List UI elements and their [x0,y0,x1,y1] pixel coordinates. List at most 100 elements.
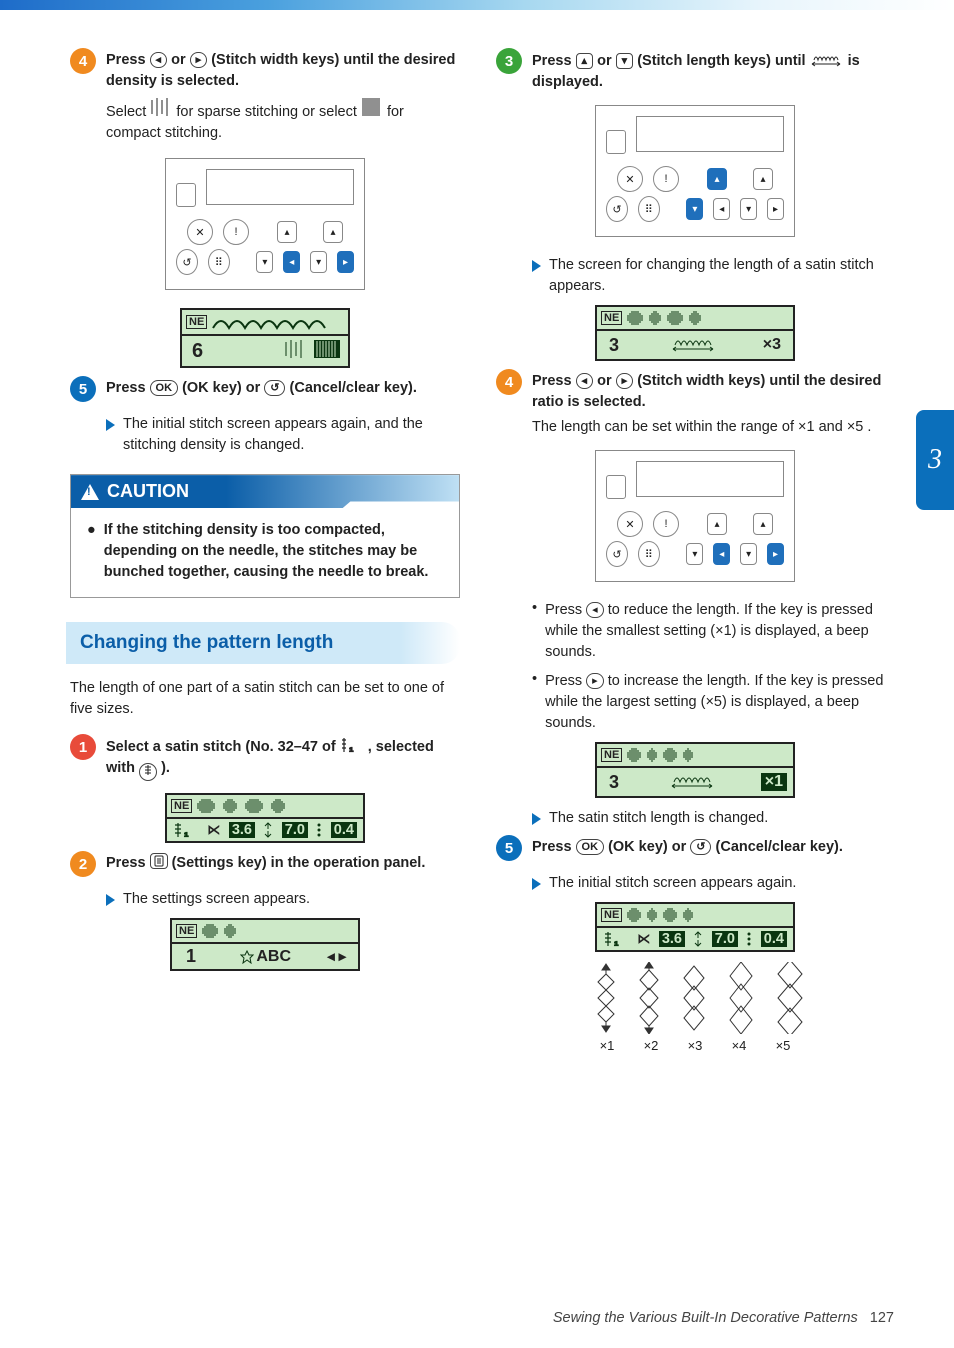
group-icon: ₁ [603,930,629,948]
text: (Settings key) in the operation panel. [172,855,426,871]
text: (Cancel/clear key). [716,839,843,855]
sparse-stitch-icon [150,104,176,120]
text: The initial stitch screen appears again,… [123,414,460,456]
highlighted-right-key: ▸ [767,543,784,565]
scale-x2: ×2 [644,1038,659,1053]
length-scale-figure: ×1 ×2 ×3 ×4 ×5 [496,962,894,1053]
satin-length-icon [810,53,848,69]
length-changed-note: The satin stitch length is changed. [532,808,894,829]
lcd-settings-display: NE 1 ABC ◂ ▸ [170,918,360,971]
scale-x4: ×4 [732,1038,747,1053]
divider-icon [746,930,752,948]
right-arrow-key-icon: ▸ [586,673,604,689]
text: Press [532,839,576,855]
group-select-key-icon [139,763,157,781]
caution-title: CAUTION [107,481,189,502]
right-step-2-result: The settings screen appears. [106,889,460,910]
left-step-4: 4 Press ◂ or ▸ (Stitch width keys) until… [70,50,460,144]
satin-rows-icon [194,797,344,815]
cancel-key-icon: ↺ [690,839,711,855]
lcd-length-x3: NE 3 ×3 [595,305,795,361]
text: Press [532,53,576,69]
text: Select [106,104,150,120]
lcd-density-display: NE 6 [180,308,350,368]
right-step-4: 4 Press ◂ or ▸ (Stitch width keys) until… [496,371,894,438]
svg-text:₁: ₁ [184,827,189,839]
text: for sparse stitching or select [176,104,361,120]
text: The satin stitch length is changed. [549,808,894,829]
val-b: 7.0 [282,822,308,838]
tag: ×1 [761,773,787,791]
text: . [867,419,871,435]
lcd-stitch-display-final: NE ₁ ⋉ 3.6 7.0 0.4 [595,902,795,952]
val-a: 3.6 [659,931,685,947]
operation-panel-diagram-right: ✕! ▴ ▴ ↺⠿ ▾ ◂ ▾ ▸ [595,105,795,237]
text: Press [106,380,150,396]
tag: ×3 [763,336,787,354]
text: (OK key) or [608,839,690,855]
step-number-1: 1 [70,734,96,760]
text: The length can be set within the range o… [532,419,798,435]
right-arrow-key-icon: ▸ [616,373,634,389]
text: ). [161,760,170,776]
infinity-icon: ⋉ [637,931,650,947]
increase-length-note: Press ▸ to increase the length. If the k… [532,671,894,734]
down-arrow-key-icon: ▾ [616,53,634,69]
step-number-2: 2 [70,851,96,877]
text: (OK key) or [182,380,264,396]
text: Press [106,52,150,68]
highlighted-left-key: ◂ [713,543,730,565]
text: Press [545,602,586,618]
x1-label: ×1 [798,419,815,435]
val-c: 0.4 [761,931,787,947]
val-a: 3.6 [229,822,255,838]
right-arrow-key-icon: ▸ [190,52,208,68]
highlighted-up-key: ▴ [707,168,727,190]
page-footer: Sewing the Various Built-In Decorative P… [0,1310,954,1326]
lcd-label: NE [601,748,622,762]
left-arrow-key-icon: ◂ [586,602,604,618]
right-step-2: 2 Press (Settings key) in the operation … [70,853,460,877]
text: The initial stitch screen appears again. [549,873,894,894]
cancel-key-icon: ↺ [264,380,285,396]
lcd-label: NE [171,799,192,813]
left-step-5-result: The initial stitch screen appears again,… [106,414,460,456]
nav-arrows-icon: ◂ ▸ [327,949,352,965]
ok-key-icon: OK [150,380,179,396]
text: or [171,52,190,68]
text: and [819,419,847,435]
lcd-label: NE [176,924,197,938]
page-number: 127 [870,1310,894,1326]
row: 3 [603,772,625,793]
step-number-4: 4 [70,48,96,74]
text: Select a satin stitch (No. 32–47 of [106,739,340,755]
satin-rows-icon [624,746,774,764]
highlighted-left-key: ◂ [283,251,300,273]
length-glyph [668,770,718,794]
step-number-4: 4 [496,369,522,395]
highlighted-down-key: ▾ [686,198,703,220]
top-accent-bar [0,0,954,10]
text: Press [545,673,586,689]
svg-text:₁: ₁ [614,936,619,948]
text: or [597,373,616,389]
wave-icon [211,312,331,332]
left-arrow-key-icon: ◂ [150,52,168,68]
satin-mini-icon [199,922,289,940]
right-step-1: 1 Select a satin stitch (No. 32–47 of ₁ … [70,736,460,781]
up-arrow-key-icon: ▴ [576,53,594,69]
satin-rows-icon [624,906,774,924]
svg-text:₁: ₁ [349,742,354,754]
left-step-5: 5 Press OK (OK key) or ↺ (Cancel/clear k… [70,378,460,402]
footer-text: Sewing the Various Built-In Decorative P… [553,1310,858,1326]
stitch-bars-icon [284,338,342,364]
lcd-label: NE [186,315,207,329]
operation-panel-diagram: ✕! ▴ ▴ ↺⠿ ▾ ◂ ▾ ▸ [165,158,365,290]
scale-x1: ×1 [600,1038,615,1053]
left-arrow-key-icon: ◂ [576,373,594,389]
right-step-3: 3 Press ▴ or ▾ (Stitch length keys) unti… [496,50,894,93]
step-number-3: 3 [496,48,522,74]
caution-text: If the stitching density is too compacte… [104,520,443,583]
width-icon [263,821,273,839]
lcd-label: NE [601,311,622,325]
